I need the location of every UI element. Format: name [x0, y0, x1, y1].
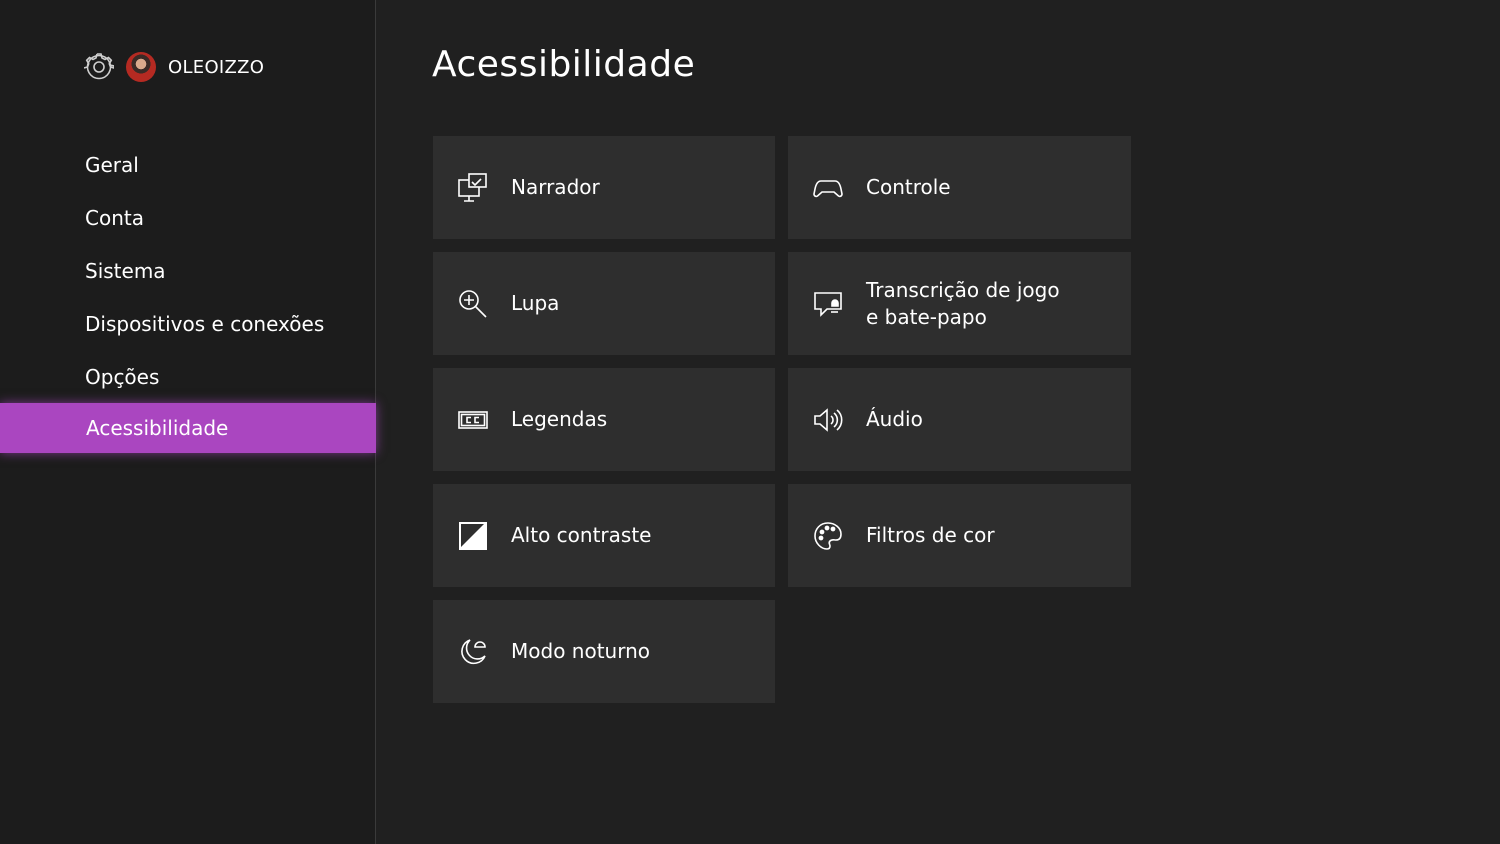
sidebar-item-sistema[interactable]: Sistema	[0, 244, 376, 297]
tile-label: Narrador	[511, 175, 600, 199]
tile-audio[interactable]: Áudio	[788, 368, 1131, 471]
sidebar-item-acessibilidade[interactable]: Acessibilidade	[0, 403, 376, 453]
tile-label: Modo noturno	[511, 639, 650, 663]
tile-transcricao[interactable]: Transcrição de jogo e bate-papo	[788, 252, 1131, 355]
color-palette-icon	[813, 521, 843, 551]
user-header: OLEOIZZO	[84, 50, 264, 84]
page-title: Acessibilidade	[432, 44, 696, 85]
settings-grid: Narrador Controle Lupa Transcrição de jo…	[433, 136, 1131, 703]
tile-label: Alto contraste	[511, 523, 652, 547]
tile-legendas[interactable]: Legendas	[433, 368, 775, 471]
sidebar-item-label: Acessibilidade	[86, 416, 229, 440]
tile-label: Legendas	[511, 407, 608, 431]
speaker-icon	[813, 405, 843, 435]
magnifier-icon	[458, 289, 488, 319]
sidebar-item-geral[interactable]: Geral	[0, 138, 376, 191]
tile-label: Lupa	[511, 291, 560, 315]
tile-lupa[interactable]: Lupa	[433, 252, 775, 355]
tile-alto-contraste[interactable]: Alto contraste	[433, 484, 775, 587]
sidebar-item-conta[interactable]: Conta	[0, 191, 376, 244]
sidebar-item-label: Dispositivos e conexões	[85, 311, 325, 336]
sidebar-item-label: Sistema	[85, 258, 166, 283]
tile-modo-noturno[interactable]: Modo noturno	[433, 600, 775, 703]
sidebar-item-label: Geral	[85, 152, 139, 177]
sidebar: OLEOIZZO Geral Conta Sistema Dispositivo…	[0, 0, 376, 844]
sidebar-item-label: Conta	[85, 205, 144, 230]
tile-narrador[interactable]: Narrador	[433, 136, 775, 239]
avatar[interactable]	[126, 52, 156, 82]
sidebar-nav: Geral Conta Sistema Dispositivos e conex…	[0, 138, 376, 453]
tile-label: Filtros de cor	[866, 523, 995, 547]
tile-controle[interactable]: Controle	[788, 136, 1131, 239]
sidebar-item-label: Opções	[85, 364, 160, 389]
gear-icon[interactable]	[84, 52, 114, 82]
sidebar-item-dispositivos[interactable]: Dispositivos e conexões	[0, 297, 376, 350]
tile-label: Transcrição de jogo e bate-papo	[866, 277, 1060, 329]
closed-captions-icon	[458, 405, 488, 435]
tile-label: Controle	[866, 175, 951, 199]
controller-icon	[813, 173, 843, 203]
tile-label: Áudio	[866, 407, 923, 431]
username: OLEOIZZO	[168, 56, 265, 78]
narrator-icon	[458, 172, 488, 203]
sidebar-item-opcoes[interactable]: Opções	[0, 350, 376, 403]
night-mode-icon	[458, 637, 488, 667]
high-contrast-icon	[458, 521, 488, 551]
chat-transcription-icon	[813, 289, 843, 319]
tile-filtros-de-cor[interactable]: Filtros de cor	[788, 484, 1131, 587]
